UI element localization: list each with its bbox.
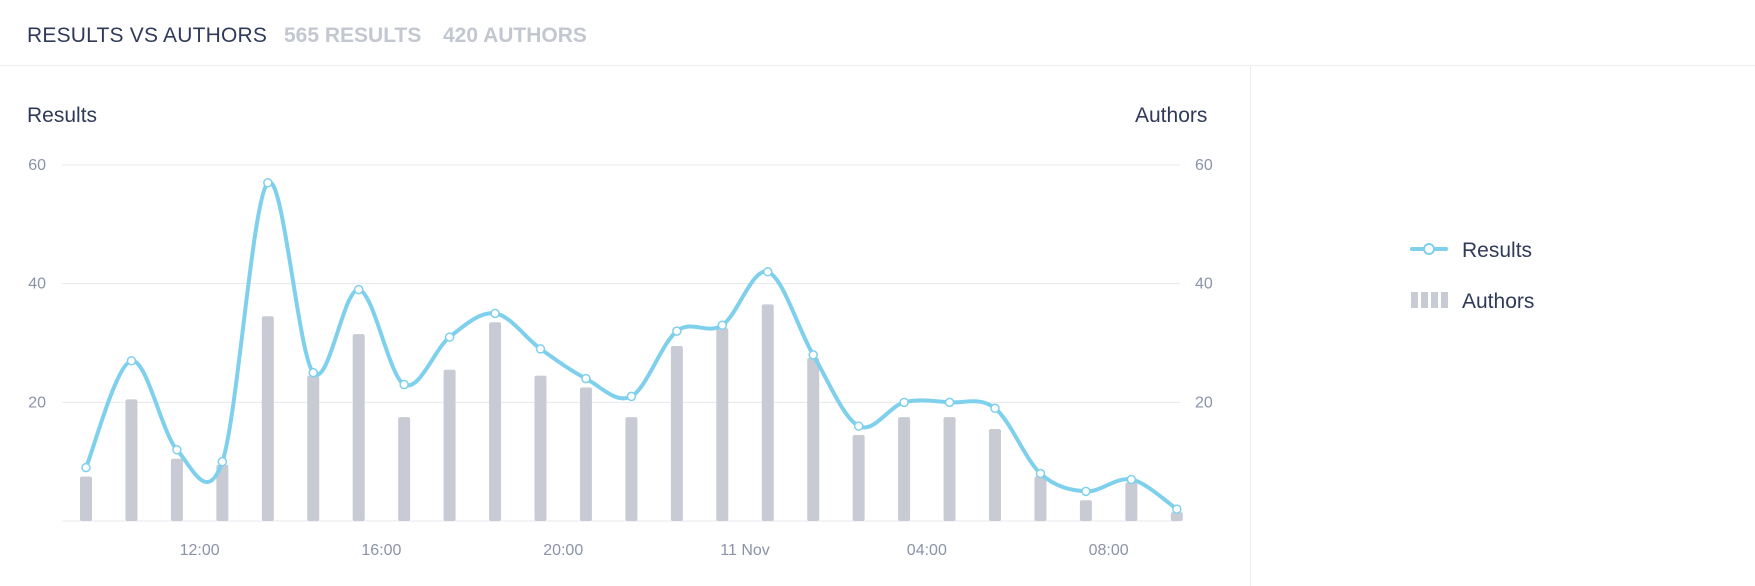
authors-bar xyxy=(1079,500,1092,521)
authors-bar xyxy=(989,429,1001,521)
y-tick-left: 20 xyxy=(28,394,46,411)
y-tick-right: 60 xyxy=(1195,157,1213,174)
authors-bar xyxy=(1034,476,1047,521)
results-point xyxy=(535,344,546,354)
results-point xyxy=(444,332,455,342)
results-point xyxy=(1081,486,1091,497)
results-legend-swatch[interactable] xyxy=(1410,239,1448,259)
panel-divider xyxy=(1250,66,1251,586)
x-tick-label: 11 Nov xyxy=(720,542,770,559)
results-point xyxy=(1035,468,1046,479)
chart-header: RESULTS VS AUTHORS 565 RESULTS 420 AUTHO… xyxy=(0,0,1755,66)
legend-results-label[interactable]: Results xyxy=(1462,239,1532,263)
results-point xyxy=(763,267,773,277)
results-point xyxy=(717,320,728,330)
authors-bar xyxy=(670,345,683,521)
authors-bar xyxy=(489,322,502,521)
results-point xyxy=(581,373,591,384)
results-point xyxy=(899,397,909,408)
authors-count: 420 AUTHORS xyxy=(443,24,587,47)
authors-bar xyxy=(307,375,320,521)
authors-bar xyxy=(261,316,274,521)
authors-bar xyxy=(716,328,729,521)
authors-bar xyxy=(443,369,456,521)
results-point xyxy=(399,379,409,390)
results-point xyxy=(1172,504,1182,514)
authors-bar xyxy=(352,334,365,521)
results-point xyxy=(808,350,818,360)
results-point xyxy=(990,403,1000,414)
x-tick-label: 20:00 xyxy=(543,542,583,559)
x-tick-label: 12:00 xyxy=(180,542,220,559)
results-point xyxy=(853,421,864,431)
results-point xyxy=(1126,474,1137,485)
results-point xyxy=(81,462,91,473)
y-tick-left: 60 xyxy=(28,157,46,174)
authors-bar xyxy=(398,417,411,521)
x-tick-label: 04:00 xyxy=(907,542,947,559)
results-point xyxy=(217,456,228,467)
results-point xyxy=(263,178,273,188)
legend-authors-label[interactable]: Authors xyxy=(1462,290,1534,314)
results-point xyxy=(672,326,682,336)
x-tick-label: 08:00 xyxy=(1089,542,1129,559)
results-point xyxy=(353,284,364,295)
x-tick-label: 16:00 xyxy=(361,542,401,559)
y-tick-right: 40 xyxy=(1195,276,1213,293)
authors-bar xyxy=(898,417,911,521)
results-point xyxy=(490,308,500,319)
results-point xyxy=(172,445,182,455)
authors-bar xyxy=(852,434,865,521)
authors-bar xyxy=(170,458,183,521)
results-point xyxy=(308,367,318,378)
authors-bar xyxy=(943,417,956,521)
results-point xyxy=(126,356,137,366)
authors-legend-swatch[interactable] xyxy=(1410,290,1452,310)
chart-plot: 20 20 40 40 60 60 12:00 16:00 20:00 11 Nov 04:00 08… xyxy=(28,157,1213,559)
authors-bar xyxy=(625,417,638,521)
y-tick-left: 40 xyxy=(28,276,46,293)
results-point xyxy=(944,397,955,408)
authors-bar xyxy=(579,387,592,521)
authors-bar xyxy=(1125,482,1138,521)
authors-bar xyxy=(807,357,820,521)
results-point xyxy=(626,391,637,402)
authors-bar xyxy=(761,304,774,521)
chart-title: RESULTS VS AUTHORS xyxy=(27,24,268,47)
authors-bar xyxy=(534,375,547,521)
y-tick-right: 20 xyxy=(1195,394,1213,411)
authors-bar xyxy=(125,399,138,521)
authors-bar xyxy=(80,476,92,521)
results-count: 565 RESULTS xyxy=(284,24,422,47)
